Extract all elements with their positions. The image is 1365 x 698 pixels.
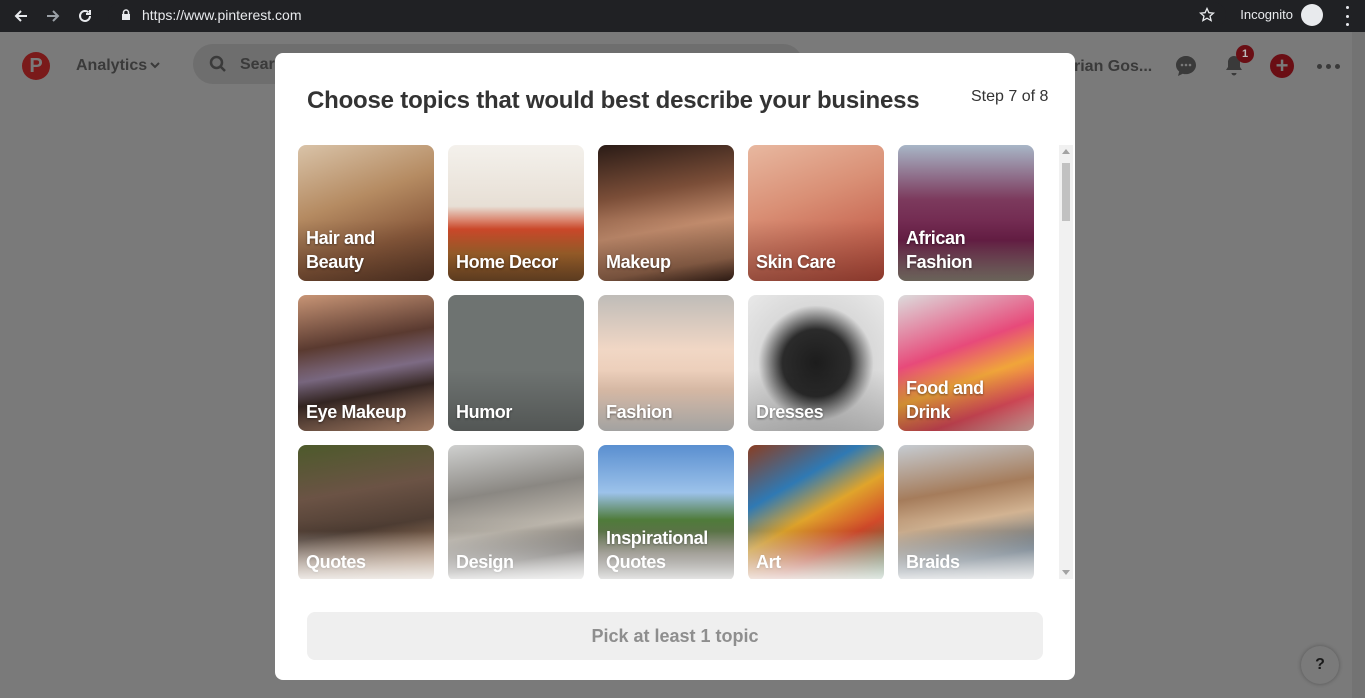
topic-label: Home Decor — [456, 252, 559, 272]
scroll-up-icon[interactable] — [1062, 149, 1070, 154]
bookmark-star-icon[interactable] — [1199, 7, 1215, 23]
browser-toolbar: https://www.pinterest.com Incognito — [0, 0, 1365, 32]
topic-label: Dresses — [756, 402, 824, 422]
analytics-menu[interactable]: Analytics — [76, 57, 147, 75]
topics-grid: Hair and Beauty Home Decor Makeup Skin Care… — [298, 145, 1059, 579]
topics-scrollbar[interactable] — [1059, 145, 1073, 579]
forward-icon[interactable] — [42, 5, 64, 27]
topic-tile[interactable]: Home Decor — [448, 145, 584, 281]
messages-icon[interactable] — [1174, 54, 1198, 78]
pick-topic-button[interactable]: Pick at least 1 topic — [307, 612, 1043, 660]
topic-tile[interactable]: Food and Drink — [898, 295, 1034, 431]
address-bar[interactable]: https://www.pinterest.com — [108, 2, 1226, 28]
topic-tile[interactable]: Skin Care — [748, 145, 884, 281]
topic-label: Food and Drink — [906, 378, 984, 422]
lock-icon — [122, 9, 130, 20]
back-icon[interactable] — [10, 5, 32, 27]
help-button[interactable]: ? — [1301, 646, 1339, 684]
scroll-fade — [298, 531, 1059, 579]
create-plus-button[interactable]: + — [1270, 54, 1294, 78]
topic-tile[interactable]: Humor — [448, 295, 584, 431]
topic-label: Eye Makeup — [306, 402, 407, 422]
topic-tile[interactable]: Hair and Beauty — [298, 145, 434, 281]
modal-title: Choose topics that would best describe y… — [307, 87, 920, 114]
topic-picker-modal: Choose topics that would best describe y… — [275, 53, 1075, 680]
url-text: https://www.pinterest.com — [142, 7, 302, 23]
topic-tile[interactable]: Dresses — [748, 295, 884, 431]
topics-grid-container: Hair and Beauty Home Decor Makeup Skin Care… — [298, 145, 1059, 579]
scroll-down-icon[interactable] — [1062, 570, 1070, 575]
topic-tile[interactable]: Fashion — [598, 295, 734, 431]
more-options-icon[interactable] — [1317, 64, 1340, 69]
reload-icon[interactable] — [74, 5, 96, 27]
topic-label: Hair and Beauty — [306, 228, 375, 272]
topic-tile[interactable]: African Fashion — [898, 145, 1034, 281]
topic-label: Humor — [456, 402, 512, 422]
step-indicator: Step 7 of 8 — [971, 88, 1049, 105]
browser-menu-icon[interactable] — [1343, 6, 1351, 26]
search-icon — [209, 55, 226, 72]
scrollbar-thumb[interactable] — [1062, 163, 1070, 221]
topic-tile[interactable]: Makeup — [598, 145, 734, 281]
user-name[interactable]: rian Gos... — [1074, 58, 1152, 76]
chevron-down-icon[interactable] — [150, 60, 160, 70]
topic-label: African Fashion — [906, 228, 973, 272]
incognito-label: Incognito — [1240, 7, 1293, 22]
incognito-icon[interactable] — [1301, 4, 1323, 26]
pinterest-logo-icon[interactable]: P — [22, 52, 50, 80]
topic-label: Skin Care — [756, 252, 836, 272]
topic-label: Makeup — [606, 252, 671, 272]
page-scrollbar[interactable] — [1352, 32, 1365, 698]
topic-label: Fashion — [606, 402, 673, 422]
notification-badge: 1 — [1236, 45, 1254, 63]
topic-tile[interactable]: Eye Makeup — [298, 295, 434, 431]
